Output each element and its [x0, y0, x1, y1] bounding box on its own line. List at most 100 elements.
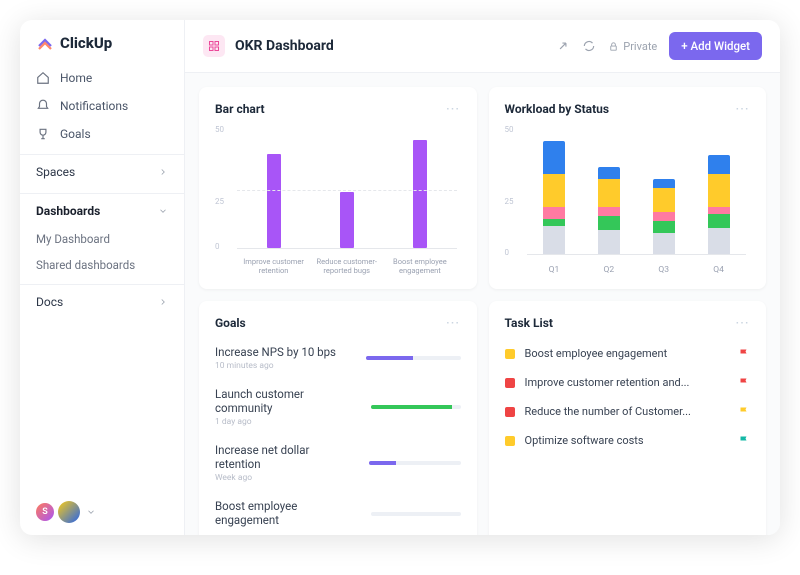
goal-progress — [369, 461, 461, 465]
task-item[interactable]: Reduce the number of Customer... — [505, 397, 751, 426]
bar — [340, 192, 354, 248]
status-square-icon — [505, 436, 515, 446]
ytick: 25 — [505, 197, 514, 206]
goal-name: Boost employee engagement — [215, 499, 355, 527]
workload-segment — [653, 221, 675, 233]
trophy-icon — [36, 127, 50, 141]
goal-meta: 10 minutes ago — [215, 361, 336, 371]
workload-segment — [543, 141, 565, 174]
section-dashboards-label: Dashboards — [36, 204, 100, 218]
sidebar: ClickUp Home Notifications Goals Spaces … — [20, 20, 185, 535]
expand-icon[interactable] — [556, 39, 570, 53]
widget-goals: Goals ⋯ Increase NPS by 10 bps10 minutes… — [199, 301, 477, 535]
task-name: Boost employee engagement — [525, 347, 668, 360]
chevron-down-icon[interactable] — [86, 507, 96, 517]
goal-meta: 1 day ago — [215, 417, 355, 427]
brand-logo[interactable]: ClickUp — [20, 20, 184, 64]
dashboard-icon-badge — [203, 35, 225, 57]
topbar: OKR Dashboard Private + Add Widget — [185, 20, 780, 73]
widget-title: Task List — [505, 316, 553, 330]
bar — [267, 154, 281, 248]
goal-meta: Week ago — [215, 473, 353, 483]
status-square-icon — [505, 407, 515, 417]
workload-segment — [708, 207, 730, 214]
sidebar-item-shared-dashboards[interactable]: Shared dashboards — [20, 252, 184, 278]
status-square-icon — [505, 349, 515, 359]
workload-segment — [598, 207, 620, 216]
widget-more-icon[interactable]: ⋯ — [735, 315, 750, 331]
avatar-photo[interactable] — [58, 501, 80, 523]
workload-segment — [543, 226, 565, 254]
workload-segment — [653, 188, 675, 212]
workload-segment — [653, 179, 675, 188]
nav-goals[interactable]: Goals — [20, 120, 184, 148]
workload-segment — [708, 155, 730, 174]
privacy-label: Private — [623, 40, 657, 53]
flag-icon — [738, 406, 750, 418]
task-name: Optimize software costs — [525, 434, 644, 447]
goal-name: Increase net dollar retention — [215, 443, 353, 471]
avatar-initial[interactable]: S — [36, 503, 54, 521]
workload-segment — [598, 179, 620, 207]
nav-home-label: Home — [60, 71, 92, 85]
chevron-down-icon — [158, 206, 168, 216]
workload-segment — [708, 214, 730, 228]
workload-segment — [708, 174, 730, 207]
goal-progress — [371, 512, 460, 516]
ytick: 25 — [215, 197, 224, 206]
widget-workload: Workload by Status ⋯ 50 25 0 Q1Q2Q3Q4 — [489, 87, 767, 289]
refresh-icon[interactable] — [582, 39, 596, 53]
section-docs[interactable]: Docs — [20, 284, 184, 317]
chevron-right-icon — [158, 167, 168, 177]
lock-icon — [608, 41, 619, 52]
status-square-icon — [505, 378, 515, 388]
widget-bar-chart: Bar chart ⋯ 50 25 0 Improve customer ret… — [199, 87, 477, 289]
privacy-indicator[interactable]: Private — [608, 40, 657, 53]
workload-category-label: Q4 — [713, 265, 724, 275]
flag-icon — [738, 435, 750, 447]
flag-icon — [738, 348, 750, 360]
bar-category-label: Reduce customer-reported bugs — [312, 257, 382, 275]
page-title: OKR Dashboard — [235, 38, 334, 54]
workload-segment — [598, 167, 620, 179]
workload-segment — [543, 174, 565, 207]
task-item[interactable]: Improve customer retention and... — [505, 368, 751, 397]
widget-more-icon[interactable]: ⋯ — [735, 101, 750, 117]
task-name: Reduce the number of Customer... — [525, 405, 691, 418]
widget-grid: Bar chart ⋯ 50 25 0 Improve customer ret… — [185, 73, 780, 535]
goal-item[interactable]: Increase NPS by 10 bps10 minutes ago — [215, 339, 461, 381]
sidebar-item-my-dashboard[interactable]: My Dashboard — [20, 226, 184, 252]
task-item[interactable]: Boost employee engagement — [505, 339, 751, 368]
bar-category-label: Improve customer retention — [239, 257, 309, 275]
section-spaces-label: Spaces — [36, 165, 75, 179]
widget-title: Bar chart — [215, 102, 265, 116]
bar-chart-canvas: 50 25 0 Improve customer retentionReduce… — [215, 125, 461, 275]
widget-more-icon[interactable]: ⋯ — [446, 315, 461, 331]
goal-progress — [366, 356, 461, 360]
workload-column — [543, 141, 565, 254]
goal-item[interactable]: Launch customer community1 day ago — [215, 381, 461, 437]
grid-icon — [208, 40, 220, 52]
goals-list: Increase NPS by 10 bps10 minutes agoLaun… — [215, 339, 461, 535]
goal-item[interactable]: Increase net dollar retention Week ago — [215, 437, 461, 493]
task-list: Boost employee engagement Improve custome… — [505, 339, 751, 455]
flag-icon — [738, 377, 750, 389]
nav-notifications[interactable]: Notifications — [20, 92, 184, 120]
section-dashboards[interactable]: Dashboards — [20, 193, 184, 226]
workload-segment — [598, 216, 620, 230]
topbar-actions: Private + Add Widget — [556, 32, 762, 60]
workload-segment — [543, 207, 565, 219]
home-icon — [36, 71, 50, 85]
goal-item[interactable]: Boost employee engagement — [215, 493, 461, 535]
app-window: ClickUp Home Notifications Goals Spaces … — [20, 20, 780, 535]
brand-name: ClickUp — [60, 34, 112, 52]
widget-more-icon[interactable]: ⋯ — [446, 101, 461, 117]
bar — [413, 140, 427, 248]
section-spaces[interactable]: Spaces — [20, 154, 184, 187]
workload-segment — [653, 212, 675, 221]
section-docs-label: Docs — [36, 295, 63, 309]
nav-home[interactable]: Home — [20, 64, 184, 92]
bell-icon — [36, 99, 50, 113]
add-widget-button[interactable]: + Add Widget — [669, 32, 762, 60]
task-item[interactable]: Optimize software costs — [505, 426, 751, 455]
